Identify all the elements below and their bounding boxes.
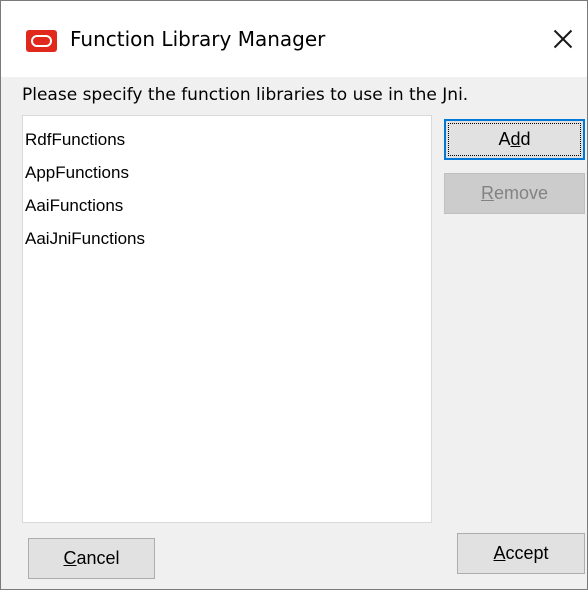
accept-label-mnemonic: A (493, 543, 506, 563)
focus-ring (448, 123, 581, 156)
title-bar[interactable]: Function Library Manager (1, 1, 587, 77)
list-item[interactable]: AaiFunctions (23, 189, 431, 222)
cancel-label-mnemonic: C (63, 548, 77, 568)
instruction-text: Please specify the function libraries to… (22, 85, 469, 105)
remove-label-mnemonic: R (480, 183, 494, 203)
remove-label: Remove (481, 183, 548, 204)
accept-button[interactable]: Accept (457, 533, 585, 574)
cancel-label: Cancel (63, 548, 119, 569)
cancel-button[interactable]: Cancel (28, 538, 155, 579)
accept-label-post: ccept (505, 543, 549, 563)
accept-label: Accept (493, 543, 548, 564)
function-library-manager-dialog: Function Library Manager Please specify … (0, 0, 588, 590)
add-button[interactable]: Add (444, 119, 585, 160)
window-title: Function Library Manager (70, 27, 326, 51)
list-item[interactable]: AaiJniFunctions (23, 222, 431, 255)
close-icon[interactable] (541, 19, 585, 59)
cancel-label-post: ancel (76, 548, 120, 568)
oracle-app-icon (26, 30, 57, 52)
remove-label-post: emove (493, 183, 549, 203)
function-library-list[interactable]: RdfFunctions AppFunctions AaiFunctions A… (22, 115, 432, 523)
list-item[interactable]: AppFunctions (23, 156, 431, 189)
remove-button: Remove (444, 173, 585, 214)
list-item[interactable]: RdfFunctions (23, 123, 431, 156)
